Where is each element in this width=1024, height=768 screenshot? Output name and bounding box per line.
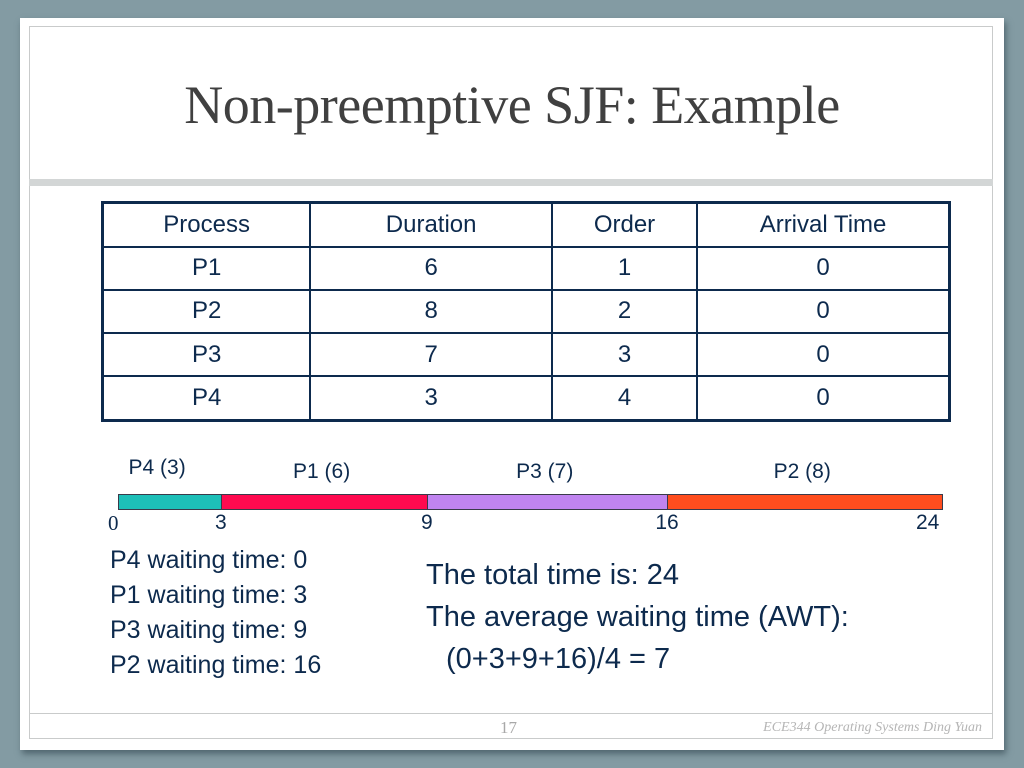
page-number: 17 [500,718,517,737]
gantt-tick-label: 0 [108,511,119,535]
table-row: P2 8 2 0 [101,288,951,335]
title-divider [29,179,993,186]
slide: Non-preemptive SJF: Example Process Dura… [20,18,1004,750]
cell-process: P4 [101,375,312,422]
table-row: P3 7 3 0 [101,332,951,378]
cell-arrival: 0 [696,375,951,422]
cell-process: P3 [101,332,312,378]
gantt-tick-label: 3 [215,511,227,534]
table-header-row: Process Duration Order Arrival Time [101,201,951,248]
awt-formula: (0+3+9+16)/4 = 7 [446,643,671,675]
footer-divider [29,713,993,714]
header-arrival-time: Arrival Time [696,201,951,248]
cell-process: P1 [101,245,312,291]
gantt-segment-p4 [118,494,222,510]
cell-arrival: 0 [696,245,951,291]
cell-order: 4 [550,375,699,422]
gantt-segment-label: P4 (3) [128,456,186,479]
awt-label: The average waiting time (AWT): [426,601,849,633]
gantt-segment-label: P1 (6) [293,460,351,483]
table-row: P1 6 1 0 [101,245,951,291]
cell-duration: 7 [309,332,553,378]
header-duration: Duration [309,201,553,248]
gantt-tick-label: 9 [421,511,433,534]
cell-order: 2 [550,288,699,335]
waiting-time-item: P2 waiting time: 16 [110,651,322,679]
cell-duration: 3 [309,375,553,422]
cell-process: P2 [101,288,312,335]
cell-order: 1 [550,245,699,291]
gantt-tick-label: 24 [916,511,940,534]
process-table: Process Duration Order Arrival Time P1 6… [101,201,951,422]
footer-text: ECE344 Operating Systems Ding Yuan [763,720,982,735]
total-time-text: The total time is: 24 [426,559,680,591]
header-process: Process [101,201,312,248]
gantt-segment-label: P2 (8) [773,460,831,483]
table-row: P4 3 4 0 [101,375,951,422]
gantt-segment-label: P3 (7) [516,460,574,483]
gantt-tick-label: 16 [655,511,679,534]
gantt-segment-p3 [427,494,669,510]
cell-arrival: 0 [696,288,951,335]
gantt-segment-p2 [667,494,943,510]
waiting-time-item: P4 waiting time: 0 [110,546,308,574]
cell-arrival: 0 [696,332,951,378]
summary-block: The total time is: 24 The average waitin… [426,554,849,680]
waiting-times-list: P4 waiting time: 0 P1 waiting time: 3 P3… [110,543,321,683]
header-order: Order [550,201,699,248]
cell-duration: 8 [309,288,553,335]
gantt-segment-p1 [221,494,428,510]
cell-order: 3 [550,332,699,378]
cell-duration: 6 [309,245,553,291]
slide-title: Non-preemptive SJF: Example [184,75,840,135]
waiting-time-item: P1 waiting time: 3 [110,581,308,609]
waiting-time-item: P3 waiting time: 9 [110,616,308,644]
